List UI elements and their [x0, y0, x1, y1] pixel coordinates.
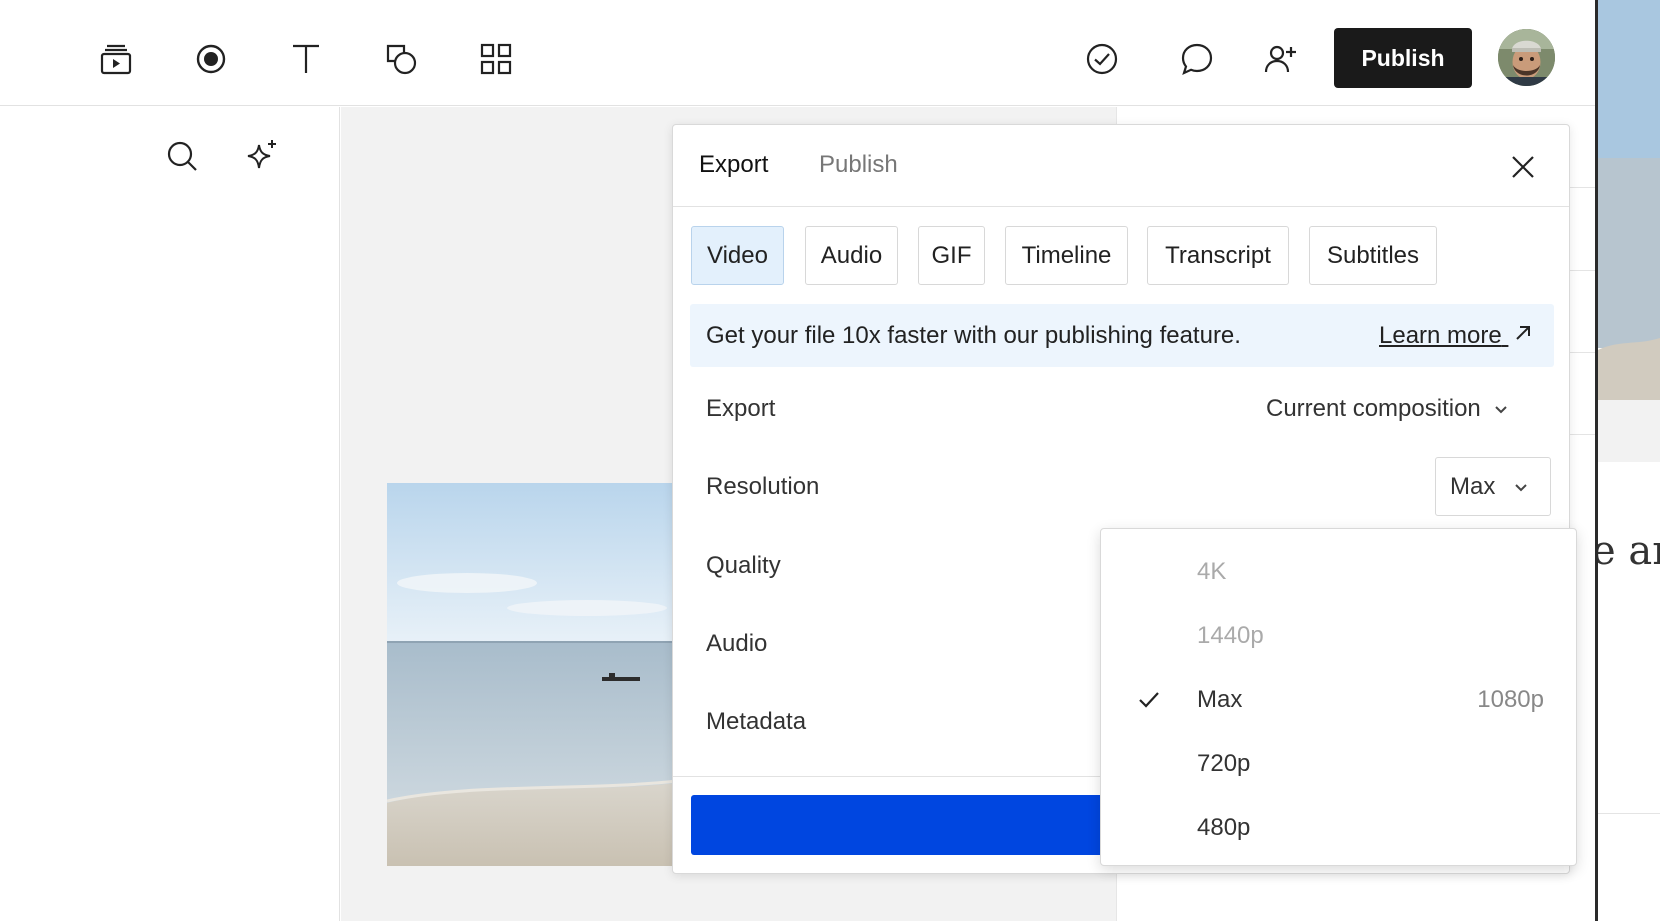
option-label: 720p — [1197, 750, 1251, 777]
format-tab-gif[interactable]: GIF — [918, 226, 985, 285]
format-tab-transcript[interactable]: Transcript — [1147, 226, 1289, 285]
close-button[interactable] — [1505, 149, 1541, 185]
resolution-option-480p[interactable]: 480p — [1101, 796, 1576, 860]
comment-icon — [1181, 43, 1213, 76]
publishing-promo-banner: Get your file 10x faster with our publis… — [690, 304, 1554, 367]
ai-assistant-button[interactable] — [240, 134, 284, 178]
external-link-icon — [1516, 326, 1531, 340]
publish-button[interactable]: Publish — [1334, 28, 1472, 88]
record-icon — [196, 44, 226, 74]
option-label: 480p — [1197, 814, 1251, 841]
review-button[interactable] — [1080, 37, 1124, 81]
resolution-option-4k[interactable]: 4K — [1101, 540, 1576, 604]
resolution-select[interactable]: Max — [1435, 457, 1551, 516]
dialog-header-divider — [673, 206, 1569, 207]
format-tab-video[interactable]: Video — [691, 226, 784, 285]
resolution-value: Max — [1450, 472, 1496, 500]
audio-label: Audio — [706, 630, 768, 657]
resolution-dropdown-menu: 4K 1440p Max 1080p 720p 480p — [1100, 528, 1577, 866]
left-side-panel — [0, 107, 340, 921]
background-block — [1598, 400, 1660, 462]
export-scope-label: Export — [706, 395, 776, 422]
search-icon — [167, 141, 197, 171]
templates-grid-icon — [480, 43, 512, 75]
background-document: e an — [1598, 0, 1660, 921]
templates-button[interactable] — [474, 37, 518, 81]
comments-button[interactable] — [1175, 37, 1219, 81]
beach-scene-image — [387, 483, 677, 866]
ai-sparkle-icon — [247, 140, 276, 169]
resolution-label: Resolution — [706, 473, 820, 500]
option-label: 1440p — [1197, 622, 1264, 649]
learn-more-link[interactable]: Learn more — [1379, 322, 1532, 350]
shapes-tool-button[interactable] — [379, 37, 423, 81]
format-tab-audio[interactable]: Audio — [805, 226, 898, 285]
check-circle-icon — [1086, 43, 1118, 75]
learn-more-label: Learn more — [1379, 322, 1502, 349]
export-scope-select[interactable]: Current composition — [1266, 395, 1509, 423]
resolution-option-1440p[interactable]: 1440p — [1101, 604, 1576, 668]
text-tool-button[interactable] — [284, 37, 328, 81]
user-avatar-image — [1498, 29, 1555, 86]
avatar[interactable] — [1498, 29, 1555, 86]
close-icon — [1512, 156, 1534, 178]
quality-label: Quality — [706, 552, 781, 579]
top-toolbar: Publish — [0, 0, 1595, 106]
option-hint: 1080p — [1477, 686, 1544, 713]
tab-publish[interactable]: Publish — [819, 151, 898, 179]
tab-export[interactable]: Export — [699, 151, 768, 179]
beach-thumbnail-image — [1598, 0, 1660, 400]
background-divider — [1598, 813, 1660, 814]
format-tab-timeline[interactable]: Timeline — [1005, 226, 1128, 285]
video-preview-frame[interactable] — [387, 483, 677, 866]
invite-button[interactable] — [1259, 37, 1303, 81]
chevron-down-icon — [1515, 483, 1528, 491]
format-tab-subtitles[interactable]: Subtitles — [1309, 226, 1437, 285]
chevron-down-icon — [1495, 406, 1507, 414]
export-scope-value: Current composition — [1266, 395, 1481, 422]
option-label: Max — [1197, 686, 1243, 713]
shapes-icon — [386, 44, 417, 75]
resolution-option-max[interactable]: Max 1080p — [1101, 668, 1576, 732]
resolution-option-720p[interactable]: 720p — [1101, 732, 1576, 796]
metadata-label: Metadata — [706, 708, 807, 735]
checkmark-icon — [1139, 692, 1159, 708]
media-library-button[interactable] — [94, 37, 138, 81]
option-label: 4K — [1197, 558, 1227, 585]
media-library-icon — [100, 44, 132, 75]
add-person-icon — [1264, 45, 1296, 73]
background-text: e an — [1598, 528, 1660, 574]
search-button[interactable] — [160, 134, 204, 178]
banner-text: Get your file 10x faster with our publis… — [706, 322, 1241, 349]
record-button[interactable] — [189, 37, 233, 81]
background-photo — [1598, 0, 1660, 400]
text-icon — [293, 44, 319, 73]
